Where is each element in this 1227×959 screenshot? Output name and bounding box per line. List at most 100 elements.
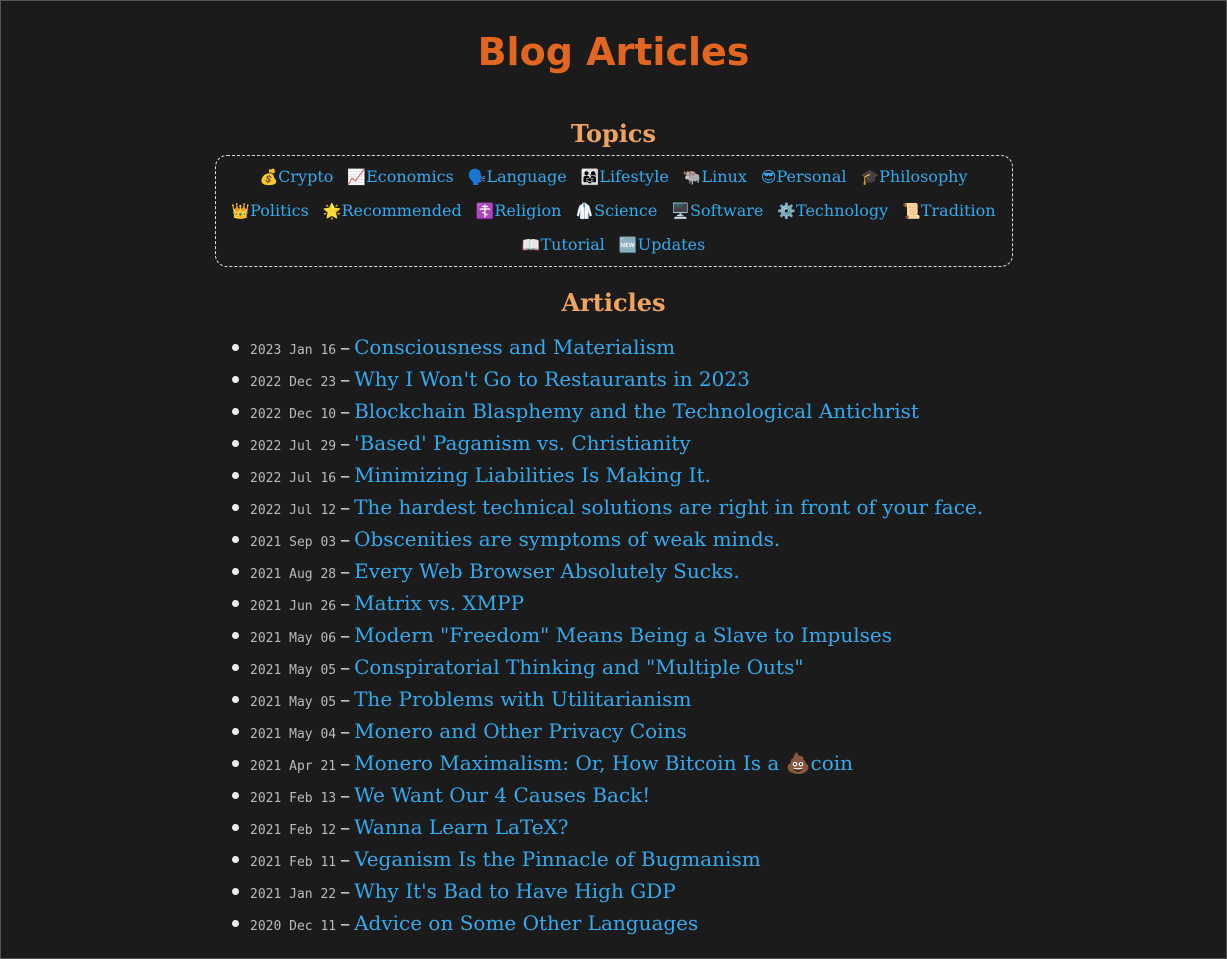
- topic-label: Personal: [776, 167, 847, 186]
- separator: –: [340, 591, 351, 615]
- article-date: 2021 May 04: [250, 727, 337, 742]
- topic-label: Religion: [494, 201, 562, 220]
- bullet-icon: [232, 344, 239, 351]
- article-date: 2022 Jul 12: [250, 503, 337, 518]
- graduation-cap-icon: 🎓: [860, 168, 880, 186]
- topic-label: Technology: [796, 201, 889, 220]
- article-date: 2021 May 06: [250, 631, 337, 646]
- list-item: 2022 Jul 29– 'Based' Paganism vs. Christi…: [232, 427, 1226, 459]
- article-link[interactable]: 'Based' Paganism vs. Christianity: [354, 431, 691, 455]
- bullet-icon: [232, 856, 239, 863]
- topic-link-linux[interactable]: 🐃Linux: [683, 160, 747, 194]
- article-link[interactable]: Matrix vs. XMPP: [354, 591, 524, 615]
- topic-link-economics[interactable]: 📈Economics: [347, 160, 453, 194]
- article-date: 2020 Dec 11: [250, 919, 337, 934]
- topic-label: Lifestyle: [599, 167, 669, 186]
- article-date: 2023 Jan 16: [250, 343, 337, 358]
- list-item: 2021 May 06– Modern "Freedom" Means Being…: [232, 619, 1226, 651]
- topic-label: Economics: [366, 167, 454, 186]
- article-link[interactable]: Advice on Some Other Languages: [354, 911, 698, 935]
- topic-label: Linux: [701, 167, 747, 186]
- separator: –: [340, 783, 351, 807]
- article-link[interactable]: The hardest technical solutions are righ…: [354, 495, 983, 519]
- article-link[interactable]: Minimizing Liabilities Is Making It.: [354, 463, 711, 487]
- article-date: 2021 Jun 26: [250, 599, 337, 614]
- topic-link-tradition[interactable]: 📜Tradition: [902, 194, 995, 228]
- separator: –: [340, 911, 351, 935]
- topic-row: 💰Crypto 📈Economics 🗣️Language 👨‍👩‍👧Lifestyl…: [222, 160, 1006, 194]
- topic-link-religion[interactable]: ☦️Religion: [476, 194, 562, 228]
- topic-link-recommended[interactable]: 🌟Recommended: [323, 194, 462, 228]
- separator: –: [340, 527, 351, 551]
- topic-label: Recommended: [341, 201, 462, 220]
- topic-link-tutorial[interactable]: 📖Tutorial: [522, 228, 605, 262]
- topic-link-personal[interactable]: 😎Personal: [761, 160, 847, 194]
- topic-link-software[interactable]: 🖥️Software: [671, 194, 763, 228]
- article-date: 2021 Feb 12: [250, 823, 337, 838]
- topic-label: Language: [486, 167, 567, 186]
- list-item: 2021 May 05– The Problems with Utilitaria…: [232, 683, 1226, 715]
- article-link[interactable]: Monero Maximalism: Or, How Bitcoin Is a …: [354, 751, 853, 775]
- topic-link-updates[interactable]: 🆕Updates: [619, 228, 705, 262]
- article-link[interactable]: Obscenities are symptoms of weak minds.: [354, 527, 780, 551]
- new-badge-icon: 🆕: [618, 236, 638, 254]
- bullet-icon: [232, 792, 239, 799]
- list-item: 2021 Apr 21– Monero Maximalism: Or, How B…: [232, 747, 1226, 779]
- bullet-icon: [232, 728, 239, 735]
- topics-heading: Topics: [570, 119, 657, 148]
- topic-label: Politics: [250, 201, 309, 220]
- topic-label: Software: [690, 201, 764, 220]
- article-date: 2021 May 05: [250, 663, 337, 678]
- article-link[interactable]: Monero and Other Privacy Coins: [354, 719, 687, 743]
- article-link[interactable]: We Want Our 4 Causes Back!: [354, 783, 650, 807]
- article-link[interactable]: Wanna Learn LaTeX?: [354, 815, 568, 839]
- page-title: Blog Articles: [477, 30, 750, 74]
- topic-link-language[interactable]: 🗣️Language: [468, 160, 567, 194]
- lab-coat-icon: 🥼: [575, 202, 595, 220]
- gear-icon: ⚙️: [777, 202, 797, 220]
- separator: –: [340, 431, 351, 455]
- topic-link-politics[interactable]: 👑Politics: [231, 194, 308, 228]
- list-item: 2022 Dec 23– Why I Won't Go to Restaurant…: [232, 363, 1226, 395]
- article-date: 2021 May 05: [250, 695, 337, 710]
- article-link[interactable]: Every Web Browser Absolutely Sucks.: [354, 559, 740, 583]
- article-link[interactable]: The Problems with Utilitarianism: [354, 687, 691, 711]
- separator: –: [340, 367, 351, 391]
- family-icon: 👨‍👩‍👧: [580, 168, 600, 186]
- list-item: 2021 Feb 11– Veganism Is the Pinnacle of …: [232, 843, 1226, 875]
- topic-link-science[interactable]: 🥼Science: [575, 194, 657, 228]
- article-date: 2021 Feb 11: [250, 855, 337, 870]
- list-item: 2021 Feb 12– Wanna Learn LaTeX?: [232, 811, 1226, 843]
- bullet-icon: [232, 504, 239, 511]
- topic-link-philosophy[interactable]: 🎓Philosophy: [860, 160, 967, 194]
- separator: –: [340, 687, 351, 711]
- topic-link-crypto[interactable]: 💰Crypto: [259, 160, 333, 194]
- list-item: 2021 Sep 03– Obscenities are symptoms of …: [232, 523, 1226, 555]
- list-item: 2022 Jul 12– The hardest technical soluti…: [232, 491, 1226, 523]
- bullet-icon: [232, 824, 239, 831]
- gnu-icon: 🐃: [682, 168, 702, 186]
- article-link[interactable]: Why It's Bad to Have High GDP: [354, 879, 676, 903]
- article-date: 2022 Dec 10: [250, 407, 337, 422]
- separator: –: [340, 495, 351, 519]
- bullet-icon: [232, 632, 239, 639]
- separator: –: [340, 335, 351, 359]
- list-item: 2021 Jun 26– Matrix vs. XMPP: [232, 587, 1226, 619]
- article-link[interactable]: Consciousness and Materialism: [354, 335, 675, 359]
- article-link[interactable]: Modern "Freedom" Means Being a Slave to …: [354, 623, 892, 647]
- list-item: 2021 May 05– Conspiratorial Thinking and …: [232, 651, 1226, 683]
- topic-label: Updates: [637, 235, 706, 254]
- article-link[interactable]: Blockchain Blasphemy and the Technologic…: [354, 399, 919, 423]
- bullet-icon: [232, 664, 239, 671]
- topic-link-technology[interactable]: ⚙️Technology: [777, 194, 888, 228]
- bullet-icon: [232, 888, 239, 895]
- article-link[interactable]: Veganism Is the Pinnacle of Bugmanism: [354, 847, 761, 871]
- articles-heading: Articles: [561, 288, 666, 317]
- article-date: 2022 Jul 16: [250, 471, 337, 486]
- topic-link-lifestyle[interactable]: 👨‍👩‍👧Lifestyle: [581, 160, 669, 194]
- article-link[interactable]: Conspiratorial Thinking and "Multiple Ou…: [354, 655, 803, 679]
- bullet-icon: [232, 376, 239, 383]
- glowing-star-icon: 🌟: [322, 202, 342, 220]
- article-date: 2022 Dec 23: [250, 375, 337, 390]
- article-link[interactable]: Why I Won't Go to Restaurants in 2023: [354, 367, 750, 391]
